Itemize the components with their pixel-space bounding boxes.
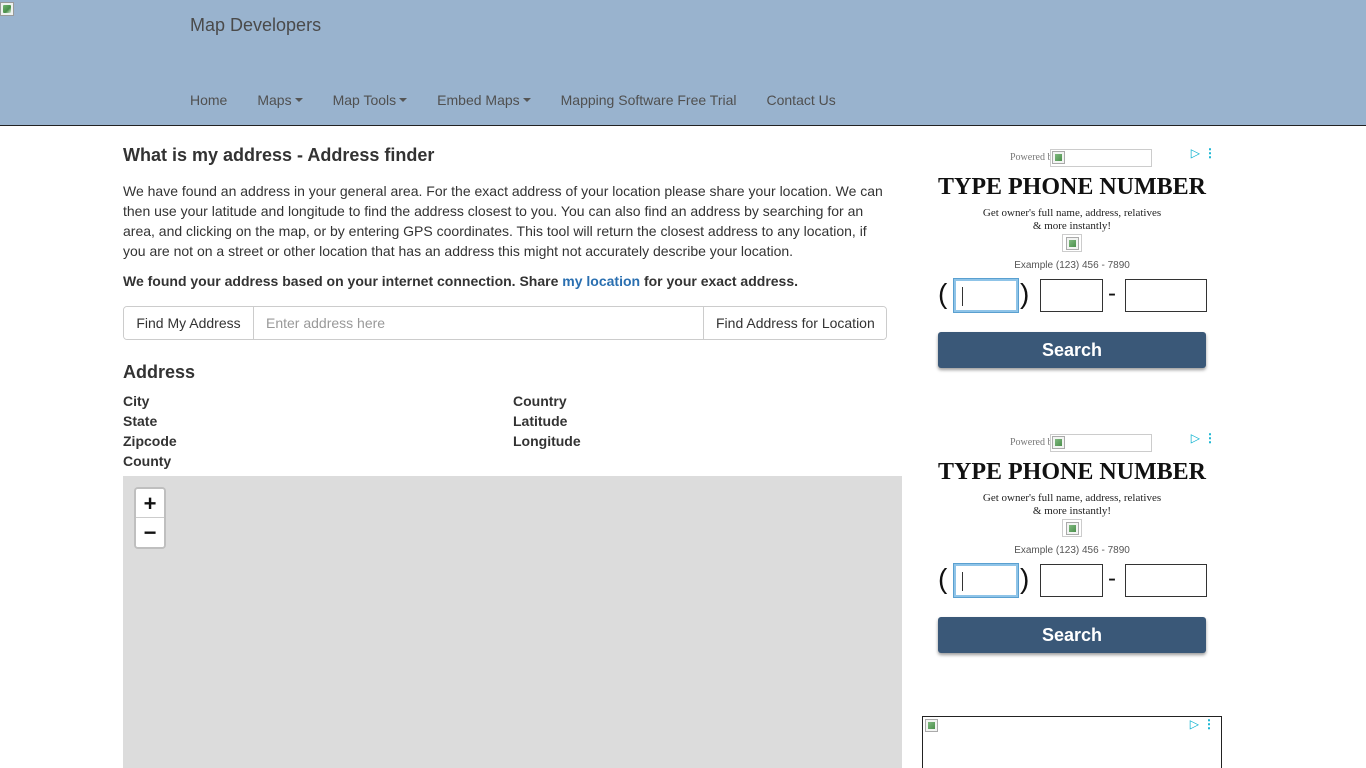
nav-label: Mapping Software Free Trial	[560, 92, 737, 108]
field-state: State	[123, 413, 158, 429]
address-heading: Address	[123, 362, 196, 382]
display-ad-3[interactable]: ▷ ⋮	[922, 716, 1222, 768]
intro-paragraph: We have found an address in your general…	[123, 183, 883, 259]
area-code-input[interactable]	[953, 563, 1019, 598]
my-location-link[interactable]: my location	[562, 273, 640, 289]
phone-input-row: ( ) -	[938, 276, 1208, 316]
zoom-control: + −	[134, 487, 166, 549]
ad-subtitle-line: & more instantly!	[1032, 220, 1112, 232]
image-placeholder-icon	[1065, 236, 1081, 252]
ad-search-button[interactable]: Search	[938, 617, 1206, 653]
field-city: City	[123, 393, 150, 409]
dash: -	[1108, 280, 1116, 307]
adchoices-icon[interactable]: ▷	[1190, 717, 1199, 731]
open-paren: (	[938, 278, 948, 309]
phone-lookup-ad-2[interactable]: ▷ ⋮ Powered b TYPE PHONE NUMBER Get owne…	[922, 431, 1222, 681]
image-placeholder-icon	[1065, 521, 1081, 537]
nav-label: Map Tools	[332, 92, 397, 108]
ad-menu-icon[interactable]: ⋮	[1203, 717, 1215, 731]
site-header: Map Developers Home Maps Map Tools Embed…	[0, 0, 1366, 126]
broken-logo-image[interactable]	[0, 0, 16, 16]
field-longitude: Longitude	[513, 433, 581, 449]
ad-subtitle-line: Get owner's full name, address, relative…	[982, 207, 1162, 219]
zoom-in-button[interactable]: +	[136, 489, 164, 518]
nav-map-tools[interactable]: Map Tools	[318, 88, 423, 112]
page-title: What is my address - Address finder	[123, 145, 435, 165]
ad-title: TYPE PHONE NUMBER	[937, 459, 1206, 485]
ad-controls: ▷ ⋮	[1191, 431, 1216, 445]
open-paren: (	[938, 563, 948, 594]
phone-lookup-ad-1[interactable]: ▷ ⋮ Powered b TYPE PHONE NUMBER Get owne…	[922, 146, 1222, 396]
share-suffix: for your exact address.	[643, 273, 799, 289]
nav-label: Maps	[257, 92, 292, 108]
text-cursor	[962, 572, 963, 591]
nav-label: Home	[190, 92, 228, 108]
prefix-input[interactable]	[1040, 279, 1103, 312]
adchoices-icon[interactable]: ▷	[1191, 431, 1200, 445]
ad-body: ▷ ⋮ Powered b TYPE PHONE NUMBER Get owne…	[922, 431, 1222, 681]
prefix-input[interactable]	[1040, 564, 1103, 597]
ad-controls: ▷ ⋮	[1190, 717, 1215, 731]
caret-down-icon	[294, 98, 303, 102]
nav-embed-maps[interactable]: Embed Maps	[422, 88, 545, 112]
image-placeholder-icon	[1051, 150, 1067, 166]
adchoices-icon[interactable]: ▷	[1191, 146, 1200, 160]
ad-menu-icon[interactable]: ⋮	[1204, 431, 1216, 445]
find-address-for-location-button[interactable]: Find Address for Location	[703, 307, 886, 339]
zoom-out-button[interactable]: −	[136, 518, 164, 547]
address-search-group: Find My Address Find Address for Locatio…	[123, 306, 887, 340]
close-paren: )	[1020, 563, 1030, 594]
ad-menu-icon[interactable]: ⋮	[1204, 146, 1216, 160]
caret-down-icon	[522, 98, 531, 102]
ad-title: TYPE PHONE NUMBER	[937, 174, 1206, 200]
phone-example: Example (123) 456 - 7890	[1014, 545, 1130, 556]
map-canvas[interactable]: + −	[123, 476, 902, 768]
phone-example: Example (123) 456 - 7890	[1014, 260, 1130, 271]
dash: -	[1108, 565, 1116, 592]
powered-by-logo	[1050, 149, 1152, 167]
powered-by-label: Powered b	[1010, 152, 1053, 163]
image-placeholder-icon	[1051, 435, 1067, 451]
main-nav: Home Maps Map Tools Embed Maps Mapping S…	[175, 88, 851, 112]
ad-subtitle-line: & more instantly!	[1032, 505, 1112, 517]
field-latitude: Latitude	[513, 413, 568, 429]
ad-subtitle: Get owner's full name, address, relative…	[922, 492, 1222, 518]
line-number-input[interactable]	[1125, 564, 1207, 597]
caret-down-icon	[399, 98, 408, 102]
ad-subtitle-line: Get owner's full name, address, relative…	[982, 492, 1162, 504]
brand-title[interactable]: Map Developers	[190, 15, 321, 35]
address-input[interactable]	[254, 307, 703, 339]
text-cursor	[962, 287, 963, 306]
nav-free-trial[interactable]: Mapping Software Free Trial	[546, 88, 752, 112]
image-placeholder-icon	[924, 718, 940, 734]
nav-contact-us[interactable]: Contact Us	[752, 88, 851, 112]
ad-subtitle: Get owner's full name, address, relative…	[922, 207, 1222, 233]
field-zipcode: Zipcode	[123, 433, 177, 449]
powered-by-label: Powered b	[1010, 437, 1053, 448]
powered-by-logo	[1050, 434, 1152, 452]
field-county: County	[123, 453, 172, 469]
close-paren: )	[1020, 278, 1030, 309]
nav-label: Embed Maps	[437, 92, 520, 108]
nav-home[interactable]: Home	[175, 88, 242, 112]
phone-input-row: ( ) -	[938, 561, 1208, 601]
nav-label: Contact Us	[766, 92, 836, 108]
line-number-input[interactable]	[1125, 279, 1207, 312]
share-location-notice: We found your address based on your inte…	[123, 271, 798, 291]
nav-maps[interactable]: Maps	[242, 88, 317, 112]
ad-logo	[1062, 519, 1082, 537]
field-country: Country	[513, 393, 567, 409]
ad-body: ▷ ⋮ Powered b TYPE PHONE NUMBER Get owne…	[922, 146, 1222, 396]
ad-controls: ▷ ⋮	[1191, 146, 1216, 160]
ad-search-button[interactable]: Search	[938, 332, 1206, 368]
share-prefix: We found your address based on your inte…	[123, 273, 559, 289]
image-placeholder-icon	[3, 5, 11, 13]
area-code-input[interactable]	[953, 278, 1019, 313]
ad-logo	[1062, 234, 1082, 252]
find-my-address-button[interactable]: Find My Address	[124, 307, 254, 339]
